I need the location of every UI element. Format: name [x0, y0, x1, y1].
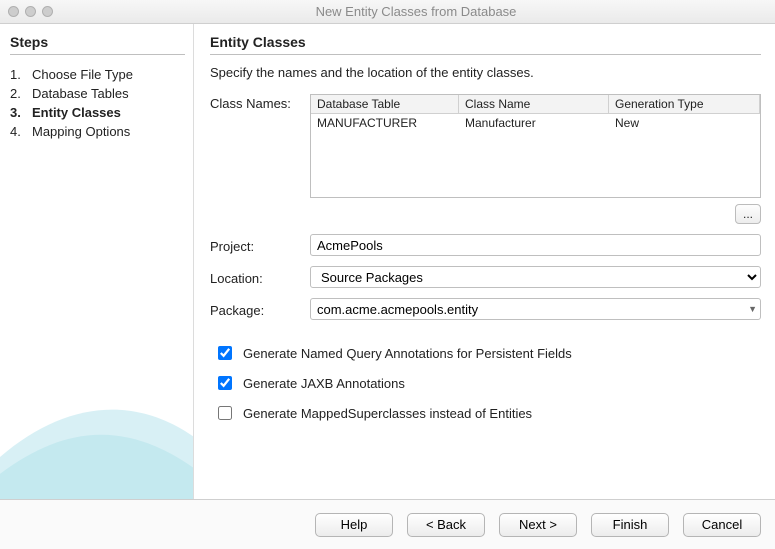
next-button[interactable]: Next >	[499, 513, 577, 537]
more-button[interactable]: ...	[735, 204, 761, 224]
minimize-icon[interactable]	[25, 6, 36, 17]
checkbox-label: Generate MappedSuperclasses instead of E…	[243, 406, 532, 421]
project-field[interactable]	[310, 234, 761, 256]
page-title: Entity Classes	[210, 34, 761, 50]
close-icon[interactable]	[8, 6, 19, 17]
step-database-tables: 2. Database Tables	[10, 84, 185, 103]
class-names-table[interactable]: Database Table Class Name Generation Typ…	[310, 94, 761, 198]
content-area: Steps 1. Choose File Type 2. Database Ta…	[0, 24, 775, 499]
step-number: 2.	[10, 86, 32, 101]
decorative-swoosh	[0, 339, 194, 499]
checkbox-jaxb[interactable]	[218, 376, 232, 390]
project-row: Project:	[210, 234, 761, 256]
step-mapping-options: 4. Mapping Options	[10, 122, 185, 141]
subtitle: Specify the names and the location of th…	[210, 65, 761, 80]
steps-list: 1. Choose File Type 2. Database Tables 3…	[10, 65, 185, 141]
step-label: Entity Classes	[32, 105, 121, 120]
class-names-label: Class Names:	[210, 94, 310, 111]
zoom-icon[interactable]	[42, 6, 53, 17]
cell-database-table: MANUFACTURER	[311, 114, 459, 132]
help-button[interactable]: Help	[315, 513, 393, 537]
divider	[210, 54, 761, 55]
step-label: Mapping Options	[32, 124, 130, 139]
back-button[interactable]: < Back	[407, 513, 485, 537]
main-panel: Entity Classes Specify the names and the…	[194, 24, 775, 499]
location-select[interactable]: Source Packages	[310, 266, 761, 288]
package-row: Package: ▼	[210, 298, 761, 320]
col-class-name[interactable]: Class Name	[459, 95, 609, 113]
step-choose-file-type: 1. Choose File Type	[10, 65, 185, 84]
package-label: Package:	[210, 301, 310, 318]
step-number: 3.	[10, 105, 32, 120]
cancel-button[interactable]: Cancel	[683, 513, 761, 537]
check-named-query[interactable]: Generate Named Query Annotations for Per…	[210, 338, 761, 368]
col-generation-type[interactable]: Generation Type	[609, 95, 760, 113]
steps-sidebar: Steps 1. Choose File Type 2. Database Ta…	[0, 24, 194, 499]
table-header: Database Table Class Name Generation Typ…	[311, 95, 760, 114]
checkbox-mapped-superclasses[interactable]	[218, 406, 232, 420]
col-database-table[interactable]: Database Table	[311, 95, 459, 113]
cell-class-name: Manufacturer	[459, 114, 609, 132]
location-row: Location: Source Packages	[210, 266, 761, 288]
checkbox-named-query[interactable]	[218, 346, 232, 360]
more-button-wrap: ...	[310, 204, 761, 224]
ellipsis-icon: ...	[743, 207, 753, 221]
step-number: 4.	[10, 124, 32, 139]
steps-heading: Steps	[10, 34, 185, 50]
check-jaxb[interactable]: Generate JAXB Annotations	[210, 368, 761, 398]
class-names-row: Class Names: Database Table Class Name G…	[210, 94, 761, 224]
package-combo[interactable]: ▼	[310, 298, 761, 320]
window-title: New Entity Classes from Database	[65, 4, 767, 19]
class-names-table-wrap: Database Table Class Name Generation Typ…	[310, 94, 761, 224]
checkbox-label: Generate Named Query Annotations for Per…	[243, 346, 572, 361]
project-label: Project:	[210, 237, 310, 254]
step-label: Choose File Type	[32, 67, 133, 82]
package-field[interactable]	[310, 298, 761, 320]
check-mapped-superclasses[interactable]: Generate MappedSuperclasses instead of E…	[210, 398, 761, 428]
window-controls	[8, 6, 53, 17]
step-entity-classes: 3. Entity Classes	[10, 103, 185, 122]
step-number: 1.	[10, 67, 32, 82]
step-label: Database Tables	[32, 86, 129, 101]
footer: Help < Back Next > Finish Cancel	[0, 499, 775, 549]
finish-button[interactable]: Finish	[591, 513, 669, 537]
divider	[10, 54, 185, 55]
location-label: Location:	[210, 269, 310, 286]
titlebar: New Entity Classes from Database	[0, 0, 775, 24]
cell-generation-type: New	[609, 114, 760, 132]
checkbox-label: Generate JAXB Annotations	[243, 376, 405, 391]
table-row[interactable]: MANUFACTURER Manufacturer New	[311, 114, 760, 132]
